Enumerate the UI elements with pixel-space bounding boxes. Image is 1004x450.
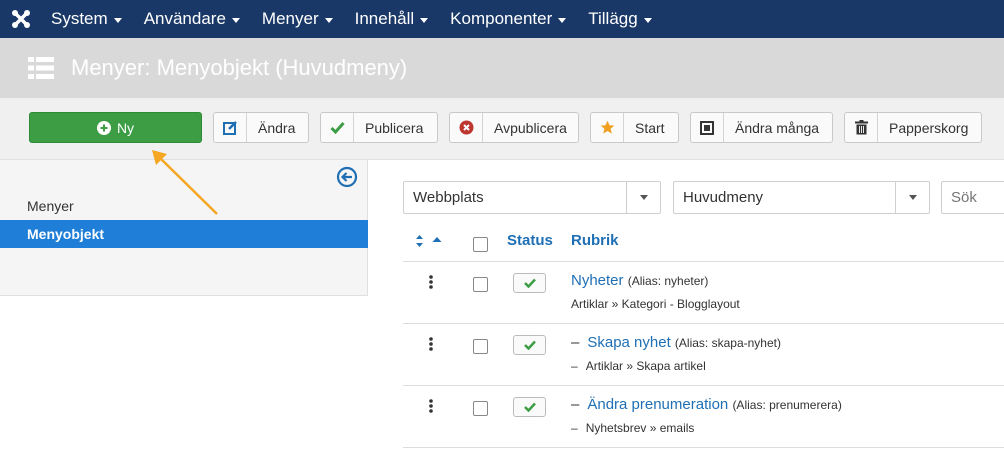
unpublish-button[interactable]: Avpublicera (449, 112, 579, 143)
caret-down-icon (643, 17, 652, 23)
client-select[interactable]: Webbplats (403, 181, 661, 214)
chevron-down-icon (895, 182, 929, 213)
table-header: Status Rubrik (403, 222, 1004, 262)
menu-select[interactable]: Huvudmeny (673, 181, 930, 214)
level-dash: – (571, 421, 578, 435)
nav-menu-extensions[interactable]: Tillägg (577, 0, 662, 38)
row-checkbox[interactable] (473, 339, 488, 354)
trash-icon (845, 113, 878, 142)
column-header-title[interactable]: Rubrik (571, 232, 619, 249)
table-row: – Skapa nyhet (Alias: skapa-nyhet) – Artik… (403, 324, 1004, 386)
status-published-button[interactable] (513, 273, 546, 293)
nav-menu-users[interactable]: Användare (133, 0, 251, 38)
item-title-link[interactable]: Ändra prenumeration (587, 396, 728, 413)
status-published-button[interactable] (513, 397, 546, 417)
collapse-sidebar-icon[interactable] (336, 166, 358, 188)
plus-circle-icon (96, 120, 111, 135)
column-header-status[interactable]: Status (507, 232, 553, 249)
item-title-link[interactable]: Nyheter (571, 272, 624, 289)
drag-handle-icon[interactable] (429, 337, 433, 351)
batch-button[interactable]: Ändra många (690, 112, 833, 143)
caret-down-icon (558, 17, 567, 23)
edit-icon (214, 113, 247, 142)
drag-handle-icon[interactable] (429, 275, 433, 289)
sort-icon[interactable] (416, 234, 446, 248)
item-type: Artiklar » Kategori - Blogglayout (571, 297, 740, 311)
nav-menu-system[interactable]: System (40, 0, 133, 38)
level-dash: – (571, 334, 580, 351)
item-alias: (Alias: skapa-nyhet) (674, 336, 781, 350)
caret-down-icon (231, 17, 240, 23)
sidebar: Menyer Menyobjekt (0, 160, 368, 296)
list-icon (28, 57, 54, 79)
check-icon (523, 340, 536, 350)
item-type: Artiklar » Skapa artikel (585, 359, 706, 373)
search-input[interactable] (941, 181, 1004, 214)
check-icon (523, 278, 536, 288)
item-alias: (Alias: prenumerera) (732, 398, 842, 412)
nav-menu-content[interactable]: Innehåll (344, 0, 440, 38)
page-title: Menyer: Menyobjekt (Huvudmeny) (71, 55, 408, 80)
toolbar: Ny Ändra Publicera Avpublicera Start Änd… (0, 98, 1004, 160)
chevron-down-icon (626, 182, 660, 213)
edit-button[interactable]: Ändra (213, 112, 309, 143)
caret-down-icon (420, 17, 429, 23)
nav-menu-components[interactable]: Komponenter (439, 0, 577, 38)
table-row: Nyheter (Alias: nyheter) Artiklar » Kate… (403, 262, 1004, 324)
publish-button[interactable]: Publicera (320, 112, 438, 143)
drag-handle-icon[interactable] (429, 399, 433, 413)
table-row: – Ändra prenumeration (Alias: prenumerera… (403, 386, 1004, 448)
sidebar-item-menu-items[interactable]: Menyobjekt (0, 220, 368, 248)
row-checkbox[interactable] (473, 401, 488, 416)
top-navbar: System Användare Menyer Innehåll Kompone… (0, 0, 1004, 38)
new-button-label: Ny (116, 119, 135, 136)
new-button[interactable]: Ny (29, 112, 202, 143)
check-icon (321, 113, 354, 142)
caret-down-icon (113, 17, 122, 23)
item-title-link[interactable]: Skapa nyhet (587, 334, 670, 351)
item-type: Nyhetsbrev » emails (585, 421, 695, 435)
level-dash: – (571, 396, 580, 413)
cancel-circle-icon (450, 113, 483, 142)
sidebar-item-menus[interactable]: Menyer (0, 192, 368, 220)
nav-menu-menus[interactable]: Menyer (251, 0, 344, 38)
level-dash: – (571, 359, 578, 373)
joomla-logo-icon[interactable] (2, 0, 40, 38)
page-header: Menyer: Menyobjekt (Huvudmeny) (0, 38, 1004, 98)
check-icon (523, 402, 536, 412)
batch-square-icon (691, 113, 724, 142)
trash-button[interactable]: Papperskorg (844, 112, 982, 143)
caret-down-icon (324, 17, 333, 23)
home-button[interactable]: Start (590, 112, 679, 143)
row-checkbox[interactable] (473, 277, 488, 292)
status-published-button[interactable] (513, 335, 546, 355)
select-all-checkbox[interactable] (473, 237, 488, 252)
star-icon (591, 113, 624, 142)
item-alias: (Alias: nyheter) (627, 274, 709, 288)
